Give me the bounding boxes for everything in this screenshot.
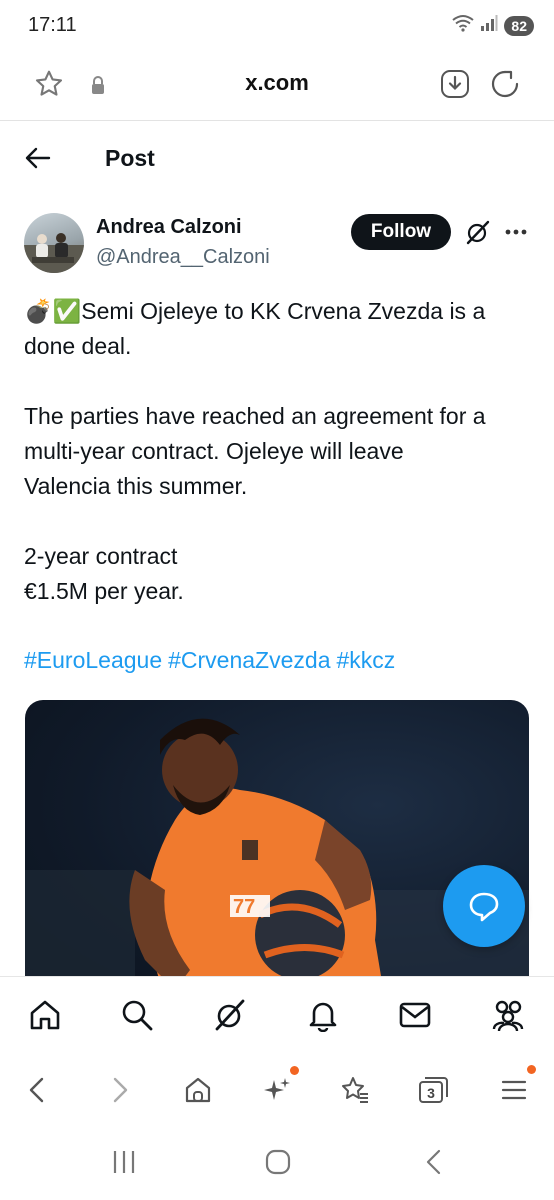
browser-divider — [0, 120, 554, 121]
page-title: Post — [105, 145, 155, 171]
status-icons: 82 — [452, 14, 534, 37]
author-name[interactable]: Andrea Calzoni — [96, 216, 242, 239]
status-time: 17:11 — [28, 14, 77, 36]
notifications-icon[interactable] — [305, 997, 341, 1033]
url-bar[interactable]: x.com — [0, 70, 554, 96]
back-icon[interactable] — [20, 1072, 56, 1108]
sparkle-notification-dot — [290, 1066, 299, 1075]
tweet-text: Semi Ojeleye to KK Crvena Zvezda is a do… — [24, 298, 486, 604]
messages-icon[interactable] — [397, 997, 433, 1033]
search-icon[interactable] — [119, 997, 155, 1033]
system-nav-bar — [0, 1126, 554, 1200]
system-home-icon[interactable] — [264, 1148, 292, 1181]
sparkle-icon[interactable] — [259, 1072, 295, 1108]
download-icon[interactable] — [440, 69, 470, 104]
more-options-icon[interactable] — [504, 222, 528, 247]
tabs-icon[interactable]: 3 — [415, 1072, 451, 1108]
forward-icon[interactable] — [101, 1072, 137, 1108]
tweet-body: 💣✅Semi Ojeleye to KK Crvena Zvezda is a … — [24, 294, 534, 609]
wifi-icon — [452, 14, 475, 37]
recents-icon[interactable] — [110, 1148, 138, 1181]
tabs-count: 3 — [427, 1085, 435, 1101]
hashtag-link[interactable]: #kkcz — [336, 647, 395, 673]
jersey-number: 77 — [233, 896, 255, 918]
grok-nav-icon[interactable] — [212, 997, 248, 1033]
menu-notification-dot — [527, 1065, 536, 1074]
menu-icon[interactable] — [496, 1072, 532, 1108]
hashtag-link[interactable]: #EuroLeague — [24, 647, 162, 673]
x-bottom-nav — [0, 976, 554, 1055]
tweet-image[interactable]: 77 — [25, 700, 529, 1000]
browser-bottom-nav: 3 — [0, 1054, 554, 1126]
grok-icon[interactable] — [464, 218, 492, 251]
reload-icon[interactable] — [489, 68, 521, 105]
browser-home-icon[interactable] — [180, 1072, 216, 1108]
author-handle[interactable]: @Andrea__Calzoni — [96, 246, 270, 269]
communities-icon[interactable] — [490, 997, 526, 1033]
system-back-icon[interactable] — [420, 1148, 448, 1181]
hashtags: #EuroLeague #CrvenaZvezda #kkcz — [24, 647, 401, 674]
hashtag-link[interactable]: #CrvenaZvezda — [168, 647, 330, 673]
bookmarks-icon[interactable] — [337, 1072, 373, 1108]
compose-reply-button[interactable] — [443, 865, 525, 947]
avatar[interactable] — [24, 213, 84, 273]
reply-bubble-icon — [469, 892, 499, 922]
signal-icon — [480, 15, 498, 36]
home-icon[interactable] — [27, 997, 63, 1033]
tweet-emoji: 💣✅ — [24, 298, 82, 324]
battery-icon: 82 — [504, 15, 534, 36]
follow-button[interactable]: Follow — [351, 214, 451, 250]
back-arrow-icon[interactable] — [24, 144, 52, 177]
